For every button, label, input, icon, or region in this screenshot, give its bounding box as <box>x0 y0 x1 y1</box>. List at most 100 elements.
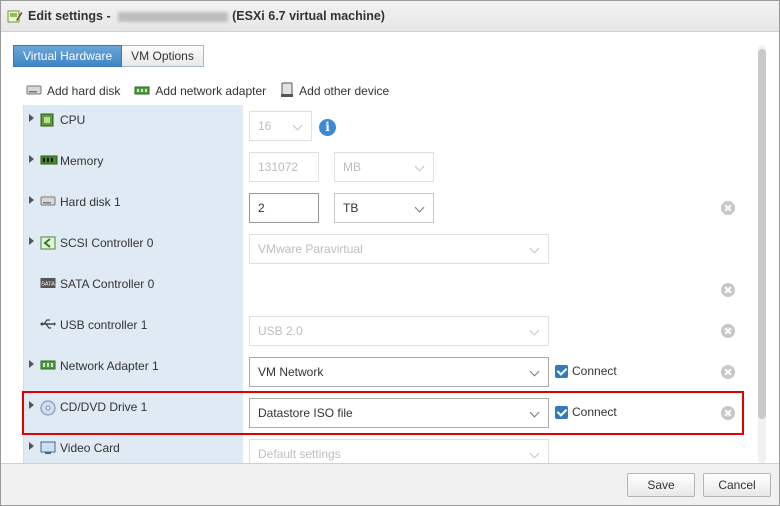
redacted-vm-name <box>118 11 229 22</box>
hard-disk-value-cell: 2 TB <box>243 187 744 228</box>
memory-label-cell[interactable]: Memory <box>24 146 243 187</box>
cdrom-connect-checkbox[interactable]: Connect <box>555 405 617 419</box>
usb-label-cell: USB controller 1 <box>24 310 243 351</box>
usb-icon <box>40 318 56 333</box>
checkbox-checked-icon <box>555 405 568 419</box>
checkbox-checked-icon <box>555 364 568 378</box>
network-label: Network Adapter 1 <box>60 359 159 373</box>
video-value-cell: Default settings <box>243 433 744 463</box>
hardware-row-video-card: Video Card Default settings <box>24 433 744 463</box>
svg-text:SATA: SATA <box>41 282 55 288</box>
sata-value-cell <box>243 269 744 310</box>
cd-dvd-icon <box>40 400 56 419</box>
cpu-count-select[interactable]: 16 <box>249 111 312 141</box>
scsi-type-select[interactable]: VMware Paravirtual <box>249 234 549 264</box>
hardware-row-cd-dvd-drive: CD/DVD Drive 1 Datastore ISO file Connec… <box>24 392 744 433</box>
add-hard-disk-label: Add hard disk <box>47 84 121 98</box>
hardware-row-sata-controller: SATA SATA Controller 0 <box>24 269 744 310</box>
network-adapter-icon <box>40 359 56 374</box>
memory-icon <box>40 154 58 169</box>
edit-settings-dialog: Edit settings - (ESXi 6.7 virtual machin… <box>0 0 780 506</box>
settings-tabs: Virtual Hardware VM Options <box>13 45 204 67</box>
sata-label: SATA Controller 0 <box>60 277 155 291</box>
memory-unit-select[interactable]: MB <box>334 152 434 182</box>
hardware-grid: CPU 16 i Memory 131072 MB Hard disk 1 2 … <box>23 105 744 463</box>
add-other-device-button[interactable]: Add other device <box>280 82 389 101</box>
memory-label: Memory <box>60 154 104 168</box>
cpu-label: CPU <box>60 113 86 127</box>
remove-device-icon[interactable] <box>721 324 735 338</box>
chevron-down-icon <box>529 243 540 254</box>
chevron-down-icon <box>529 448 540 459</box>
hard-disk-label-cell[interactable]: Hard disk 1 <box>24 187 243 228</box>
network-connect-checkbox[interactable]: Connect <box>555 364 617 378</box>
expand-arrow-icon[interactable] <box>29 360 34 368</box>
chevron-down-icon <box>414 161 425 172</box>
add-network-adapter-label: Add network adapter <box>155 84 267 98</box>
scrollbar-thumb[interactable] <box>758 49 766 419</box>
chevron-down-icon <box>529 325 540 336</box>
title-bar: Edit settings - (ESXi 6.7 virtual machin… <box>1 1 779 32</box>
add-network-adapter-button[interactable]: Add network adapter <box>134 83 266 100</box>
vm-edit-icon <box>7 8 23 24</box>
cancel-button[interactable]: Cancel <box>703 473 771 497</box>
scsi-value-cell: VMware Paravirtual <box>243 228 744 269</box>
cpu-count-value: 16 <box>258 119 272 133</box>
chevron-down-icon <box>292 120 303 131</box>
tab-vm-options[interactable]: VM Options <box>122 45 204 67</box>
usb-label: USB controller 1 <box>60 318 148 332</box>
network-select[interactable]: VM Network <box>249 357 549 387</box>
cpu-icon <box>40 113 54 130</box>
tab-virtual-hardware[interactable]: Virtual Hardware <box>13 45 123 67</box>
expand-arrow-icon[interactable] <box>29 114 34 122</box>
expand-arrow-icon[interactable] <box>29 401 34 409</box>
memory-size-value: 131072 <box>258 160 299 174</box>
info-icon[interactable]: i <box>319 119 336 136</box>
cpu-label-cell[interactable]: CPU <box>24 105 243 146</box>
network-label-cell[interactable]: Network Adapter 1 <box>24 351 243 392</box>
hard-disk-size-input[interactable]: 2 <box>249 193 319 223</box>
cdrom-source-select[interactable]: Datastore ISO file <box>249 398 549 428</box>
expand-arrow-icon[interactable] <box>29 155 34 163</box>
scrollbar[interactable] <box>755 45 769 463</box>
network-value: VM Network <box>258 365 324 379</box>
cdrom-label-cell[interactable]: CD/DVD Drive 1 <box>24 392 243 433</box>
sata-label-cell: SATA SATA Controller 0 <box>24 269 243 310</box>
hard-disk-unit-select[interactable]: TB <box>334 193 434 223</box>
video-label-cell[interactable]: Video Card <box>24 433 243 463</box>
device-toolbar: Add hard disk Add network adapter Add ot… <box>26 81 403 101</box>
hardware-row-hard-disk: Hard disk 1 2 TB <box>24 187 744 228</box>
remove-device-icon[interactable] <box>721 201 735 215</box>
hardware-row-memory: Memory 131072 MB <box>24 146 744 187</box>
network-value-cell: VM Network Connect <box>243 351 744 392</box>
hardware-row-usb-controller: USB controller 1 USB 2.0 <box>24 310 744 351</box>
memory-value-cell: 131072 MB <box>243 146 744 187</box>
remove-device-icon[interactable] <box>721 406 735 420</box>
video-card-icon <box>40 441 56 458</box>
cdrom-value-cell: Datastore ISO file Connect <box>243 392 744 433</box>
expand-arrow-icon[interactable] <box>29 442 34 450</box>
scsi-label-cell[interactable]: SCSI Controller 0 <box>24 228 243 269</box>
usb-type-select[interactable]: USB 2.0 <box>249 316 549 346</box>
scsi-type-value: VMware Paravirtual <box>258 242 363 256</box>
hard-disk-label: Hard disk 1 <box>60 195 121 209</box>
network-connect-label: Connect <box>572 364 617 378</box>
add-other-device-label: Add other device <box>299 84 390 98</box>
remove-device-icon[interactable] <box>721 365 735 379</box>
hardware-row-network-adapter: Network Adapter 1 VM Network Connect <box>24 351 744 392</box>
memory-size-input[interactable]: 131072 <box>249 152 319 182</box>
add-hard-disk-button[interactable]: Add hard disk <box>26 83 120 100</box>
video-settings-select[interactable]: Default settings <box>249 439 549 463</box>
hardware-row-scsi-controller: SCSI Controller 0 VMware Paravirtual <box>24 228 744 269</box>
save-button[interactable]: Save <box>627 473 695 497</box>
cdrom-connect-label: Connect <box>572 405 617 419</box>
expand-arrow-icon[interactable] <box>29 196 34 204</box>
usb-type-value: USB 2.0 <box>258 324 303 338</box>
hard-disk-size-value: 2 <box>258 201 265 215</box>
dialog-footer: Save Cancel <box>1 463 779 505</box>
cdrom-source-value: Datastore ISO file <box>258 406 353 420</box>
chevron-down-icon <box>414 202 425 213</box>
expand-arrow-icon[interactable] <box>29 237 34 245</box>
remove-device-icon[interactable] <box>721 283 735 297</box>
hard-disk-unit-value: TB <box>343 201 359 215</box>
